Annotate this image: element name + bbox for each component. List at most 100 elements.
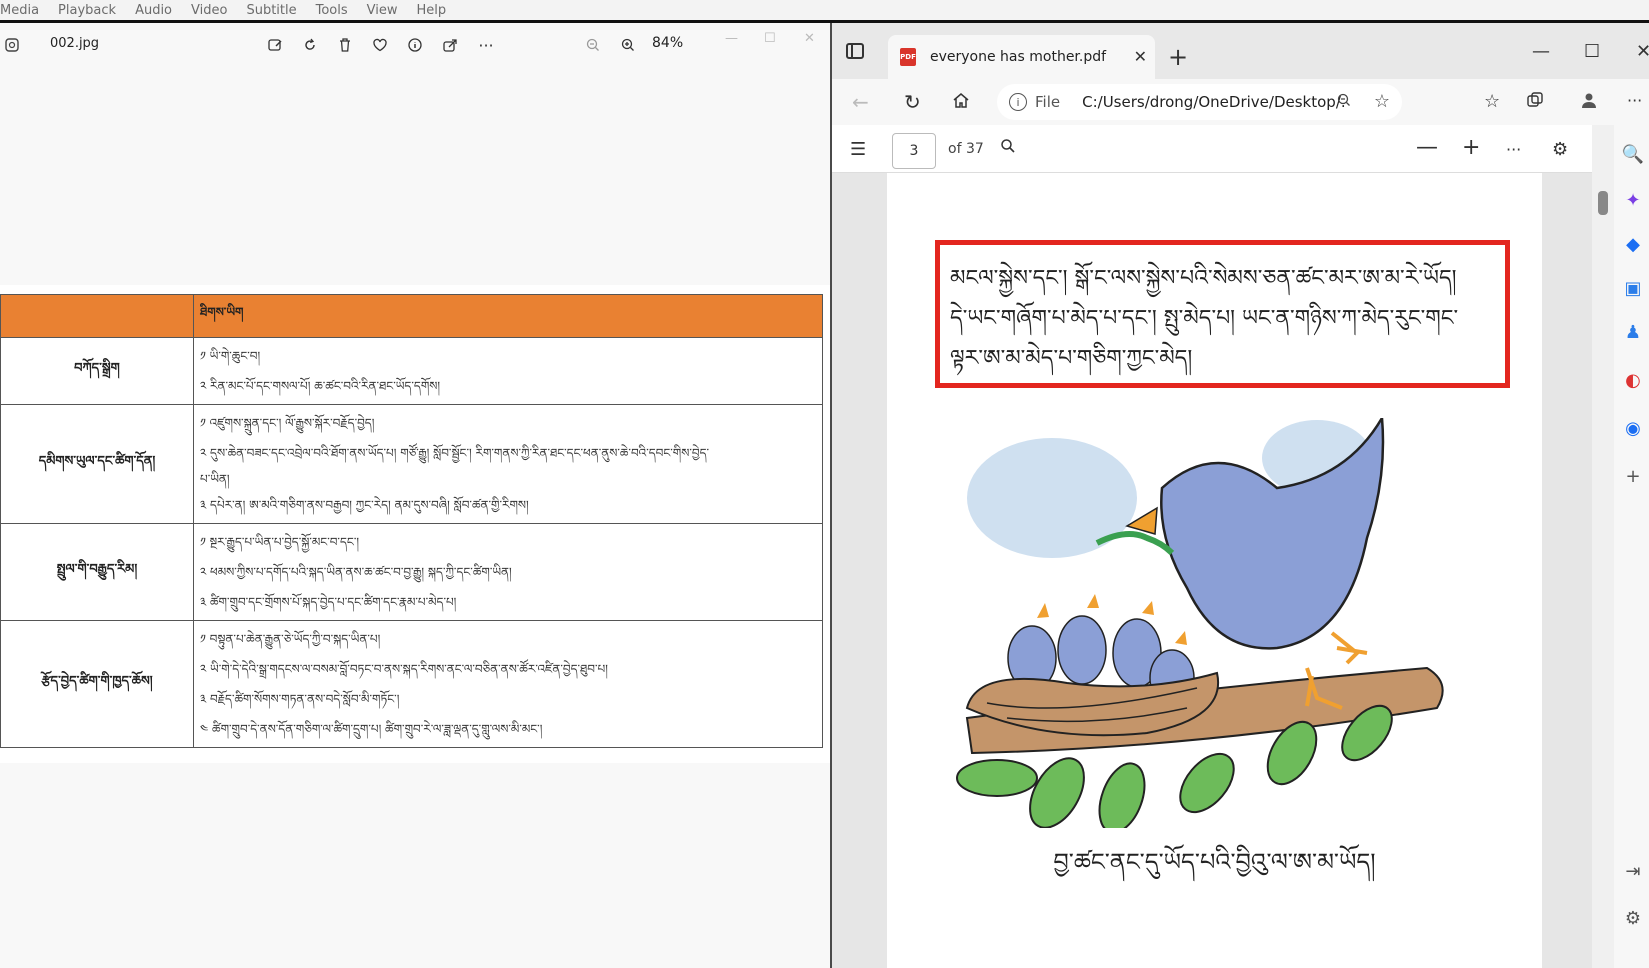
search-icon[interactable] — [1000, 138, 1016, 159]
pdf-page: མངལ་སྐྱེས་དང་། སྒོ་ང་ལས་སྐྱེས་པའི་སེམས་ཅ… — [887, 173, 1542, 968]
table-line: ༤ ཚིག་གྲུབ་དེ་ནས་དོན་གཅིག་ལ་ཚིག་དྲུག་པ། … — [200, 722, 543, 736]
quote-line: ལྟར་ཨ་མ་མེད་པ་གཅིག་ཀྱང་མེད། — [950, 346, 1193, 371]
table-line: པ་ཡིན། — [200, 472, 230, 486]
table-line: ༡ ཡི་གེ་ཆུང་བ། — [200, 349, 261, 363]
tools-icon[interactable]: ▣ — [1622, 277, 1644, 299]
table-header-empty — [0, 294, 194, 338]
add-app-icon[interactable]: + — [1622, 465, 1644, 487]
shopping-icon[interactable]: ◆ — [1622, 233, 1644, 255]
menu-view[interactable]: View — [367, 3, 398, 18]
close-icon[interactable]: ✕ — [804, 31, 815, 46]
vlc-menubar: Media Playback Audio Video Subtitle Tool… — [0, 0, 1649, 20]
table-row-content: ༡ སྔར་རྒྱུད་པ་ཡིན་པ་བྱེད་སྐྱོ་མང་བ་དང་། … — [193, 523, 823, 621]
table-row: དམིགས་ཡུལ་དང་ཚིག་དོན། ༡ འཛུགས་སྐྲུན་དང་།… — [0, 404, 823, 524]
edge-browser-window: PDF everyone has mother.pdf ✕ + — ☐ ✕ ← … — [832, 23, 1649, 968]
zoom-level[interactable]: 84% — [652, 35, 683, 51]
maximize-icon[interactable]: ☐ — [1584, 41, 1600, 62]
info-icon[interactable] — [405, 35, 425, 55]
add-favorite-icon[interactable]: ☆ — [1374, 91, 1390, 112]
table-line: ༢ དུས་ཆེན་བཟང་དང་འབྲེལ་བའི་ཐོག་ནས་ཡོད་པ།… — [200, 446, 710, 460]
table-row: བཀོད་སྒྲིག ༡ ཡི་གེ་ཆུང་བ། ༢ རིན་མང་པོ་དང… — [0, 337, 823, 405]
menu-tools[interactable]: Tools — [316, 3, 348, 18]
copilot-icon[interactable]: ✦ — [1622, 189, 1644, 211]
more-tools-icon[interactable]: ··· — [1506, 139, 1521, 161]
menu-video[interactable]: Video — [191, 3, 227, 18]
more-options-icon[interactable]: ··· — [476, 35, 496, 55]
table-line: ༡ འཛུགས་སྐྲུན་དང་། ལོ་རྒྱུས་སྐོར་བརྗོད་བ… — [200, 416, 375, 430]
highlighted-text-box: མངལ་སྐྱེས་དང་། སྒོ་ང་ལས་སྐྱེས་པའི་སེམས་ཅ… — [935, 240, 1510, 388]
edge-sidebar: 🔍 ✦ ◆ ▣ ♟ ◐ ◉ + ⇥ ⚙ — [1614, 125, 1649, 968]
document-image: ཐིགས་ཡིག བཀོད་སྒྲིག ༡ ཡི་གེ་ཆུང་བ། ༢ རིན… — [0, 285, 830, 763]
office-icon[interactable]: ◐ — [1622, 369, 1644, 391]
table-row-content: ༡ ཡི་གེ་ཆུང་བ། ༢ རིན་མང་པོ་དང་གསལ་པོ། ཆ་… — [193, 337, 823, 405]
share-icon[interactable] — [440, 35, 460, 55]
search-icon[interactable]: 🔍 — [1622, 143, 1644, 165]
hide-sidebar-icon[interactable]: ⇥ — [1622, 860, 1644, 882]
page-count: of 37 — [948, 141, 984, 157]
table-row-category: རྩོད་བྱེད་ཚིག་གི་ཁྱད་ཆོས། — [0, 620, 194, 748]
table-row-content: ༡ འཛུགས་སྐྲུན་དང་། ལོ་རྒྱུས་སྐོར་བརྗོད་བ… — [193, 404, 823, 524]
menu-subtitle[interactable]: Subtitle — [246, 3, 296, 18]
table-header-row: ཐིགས་ཡིག — [0, 294, 823, 338]
tab-strip: PDF everyone has mother.pdf ✕ + — ☐ ✕ — [832, 23, 1649, 79]
curriculum-table: ཐིགས་ཡིག བཀོད་སྒྲིག ༡ ཡི་གེ་ཆུང་བ། ༢ རིན… — [0, 294, 823, 748]
pdf-settings-gear-icon[interactable]: ⚙ — [1552, 139, 1568, 161]
favorite-heart-icon[interactable] — [370, 35, 390, 55]
rotate-icon[interactable] — [300, 35, 320, 55]
quote-line: མངལ་སྐྱེས་དང་། སྒོ་ང་ལས་སྐྱེས་པའི་སེམས་ཅ… — [950, 266, 1457, 291]
collections-icon[interactable] — [1526, 91, 1544, 114]
bird-nest-illustration — [956, 418, 1444, 828]
zoom-out-icon[interactable] — [583, 35, 603, 55]
url-text[interactable]: C:/Users/drong/OneDrive/Desktop/... — [1082, 93, 1347, 111]
scrollbar-thumb[interactable] — [1598, 191, 1608, 215]
address-bar[interactable]: i File C:/Users/drong/OneDrive/Desktop/.… — [997, 84, 1402, 120]
minimize-icon[interactable]: — — [1532, 41, 1550, 62]
back-arrow-icon[interactable]: ← — [852, 90, 869, 114]
vertical-scrollbar[interactable] — [1592, 125, 1614, 968]
quote-line: དེ་ཡང་གཞོག་པ་མེད་པ་དང་། སྤུ་མེད་པ། ཡང་ན་… — [950, 306, 1459, 331]
maximize-icon[interactable]: ☐ — [764, 31, 776, 46]
table-header-title: ཐིགས་ཡིག — [193, 294, 823, 338]
table-row-category: སྤྲུལ་གི་བརྒྱུད་རིམ། — [0, 523, 194, 621]
zoom-out-icon[interactable] — [1336, 92, 1352, 112]
table-row: རྩོད་བྱེད་ཚིག་གི་ཁྱད་ཆོས། ༡ བསྟུན་པ་ཆེན་… — [0, 620, 823, 748]
settings-more-icon[interactable]: ··· — [1627, 91, 1642, 110]
menu-help[interactable]: Help — [417, 3, 447, 18]
zoom-in-icon[interactable] — [618, 35, 638, 55]
minimize-icon[interactable]: — — [725, 31, 738, 46]
viewer-toolbar: 002.jpg ··· 84% — ☐ ✕ — [0, 23, 830, 67]
menu-media[interactable]: Media — [0, 3, 39, 18]
profile-avatar-icon[interactable] — [1580, 91, 1598, 114]
edit-image-icon[interactable] — [265, 35, 285, 55]
close-icon[interactable]: ✕ — [1636, 41, 1649, 62]
games-icon[interactable]: ♟ — [1622, 321, 1644, 343]
customize-gear-icon[interactable]: ⚙ — [1622, 907, 1644, 929]
new-tab-icon[interactable]: + — [1168, 45, 1188, 69]
table-row-category: དམིགས་ཡུལ་དང་ཚིག་དོན། — [0, 404, 194, 524]
delete-icon[interactable] — [335, 35, 355, 55]
home-icon[interactable] — [952, 90, 970, 114]
zoom-in-button[interactable]: + — [1462, 137, 1480, 159]
menu-playback[interactable]: Playback — [58, 3, 116, 18]
viewer-filename: 002.jpg — [50, 36, 100, 51]
outlook-icon[interactable]: ◉ — [1622, 417, 1644, 439]
zoom-out-button[interactable]: — — [1416, 137, 1438, 159]
pdf-file-icon: PDF — [900, 48, 916, 66]
address-bar-row: ← ↻ i File C:/Users/drong/OneDrive/Deskt… — [832, 79, 1649, 125]
site-info-icon[interactable]: i — [1009, 93, 1027, 111]
refresh-icon[interactable]: ↻ — [904, 90, 921, 114]
table-line: ༢ ཕམས་ཀྱིས་པ་དགོད་པའི་སྐད་ཡིན་ནས་ཆ་ཚང་བ་… — [200, 565, 512, 579]
tab-pdf[interactable]: PDF everyone has mother.pdf ✕ — [888, 35, 1155, 79]
table-of-contents-icon[interactable]: ☰ — [850, 139, 866, 160]
tab-actions-icon[interactable] — [846, 43, 864, 59]
favorites-icon[interactable]: ☆ — [1484, 91, 1500, 112]
app-icon — [2, 35, 22, 55]
photo-viewer-window: 002.jpg ··· 84% — ☐ ✕ ཐིགས་ཡིག བཀོད་སྒྲི… — [0, 23, 830, 968]
table-line: ༡ སྔར་རྒྱུད་པ་ཡིན་པ་བྱེད་སྐྱོ་མང་བ་དང་། — [200, 535, 359, 549]
tab-close-icon[interactable]: ✕ — [1134, 47, 1147, 66]
page-number-input[interactable]: 3 — [892, 133, 936, 169]
pdf-toolbar: ☰ 3 of 37 — + ··· ⚙ — [832, 125, 1649, 173]
table-line: ༡ བསྟུན་པ་ཆེན་རྒྱུན་ཅེ་ཡོད་ཀྱི་བ་སྐད་ཡིན… — [200, 632, 381, 646]
tab-title: everyone has mother.pdf — [930, 49, 1107, 65]
menu-audio[interactable]: Audio — [135, 3, 172, 18]
